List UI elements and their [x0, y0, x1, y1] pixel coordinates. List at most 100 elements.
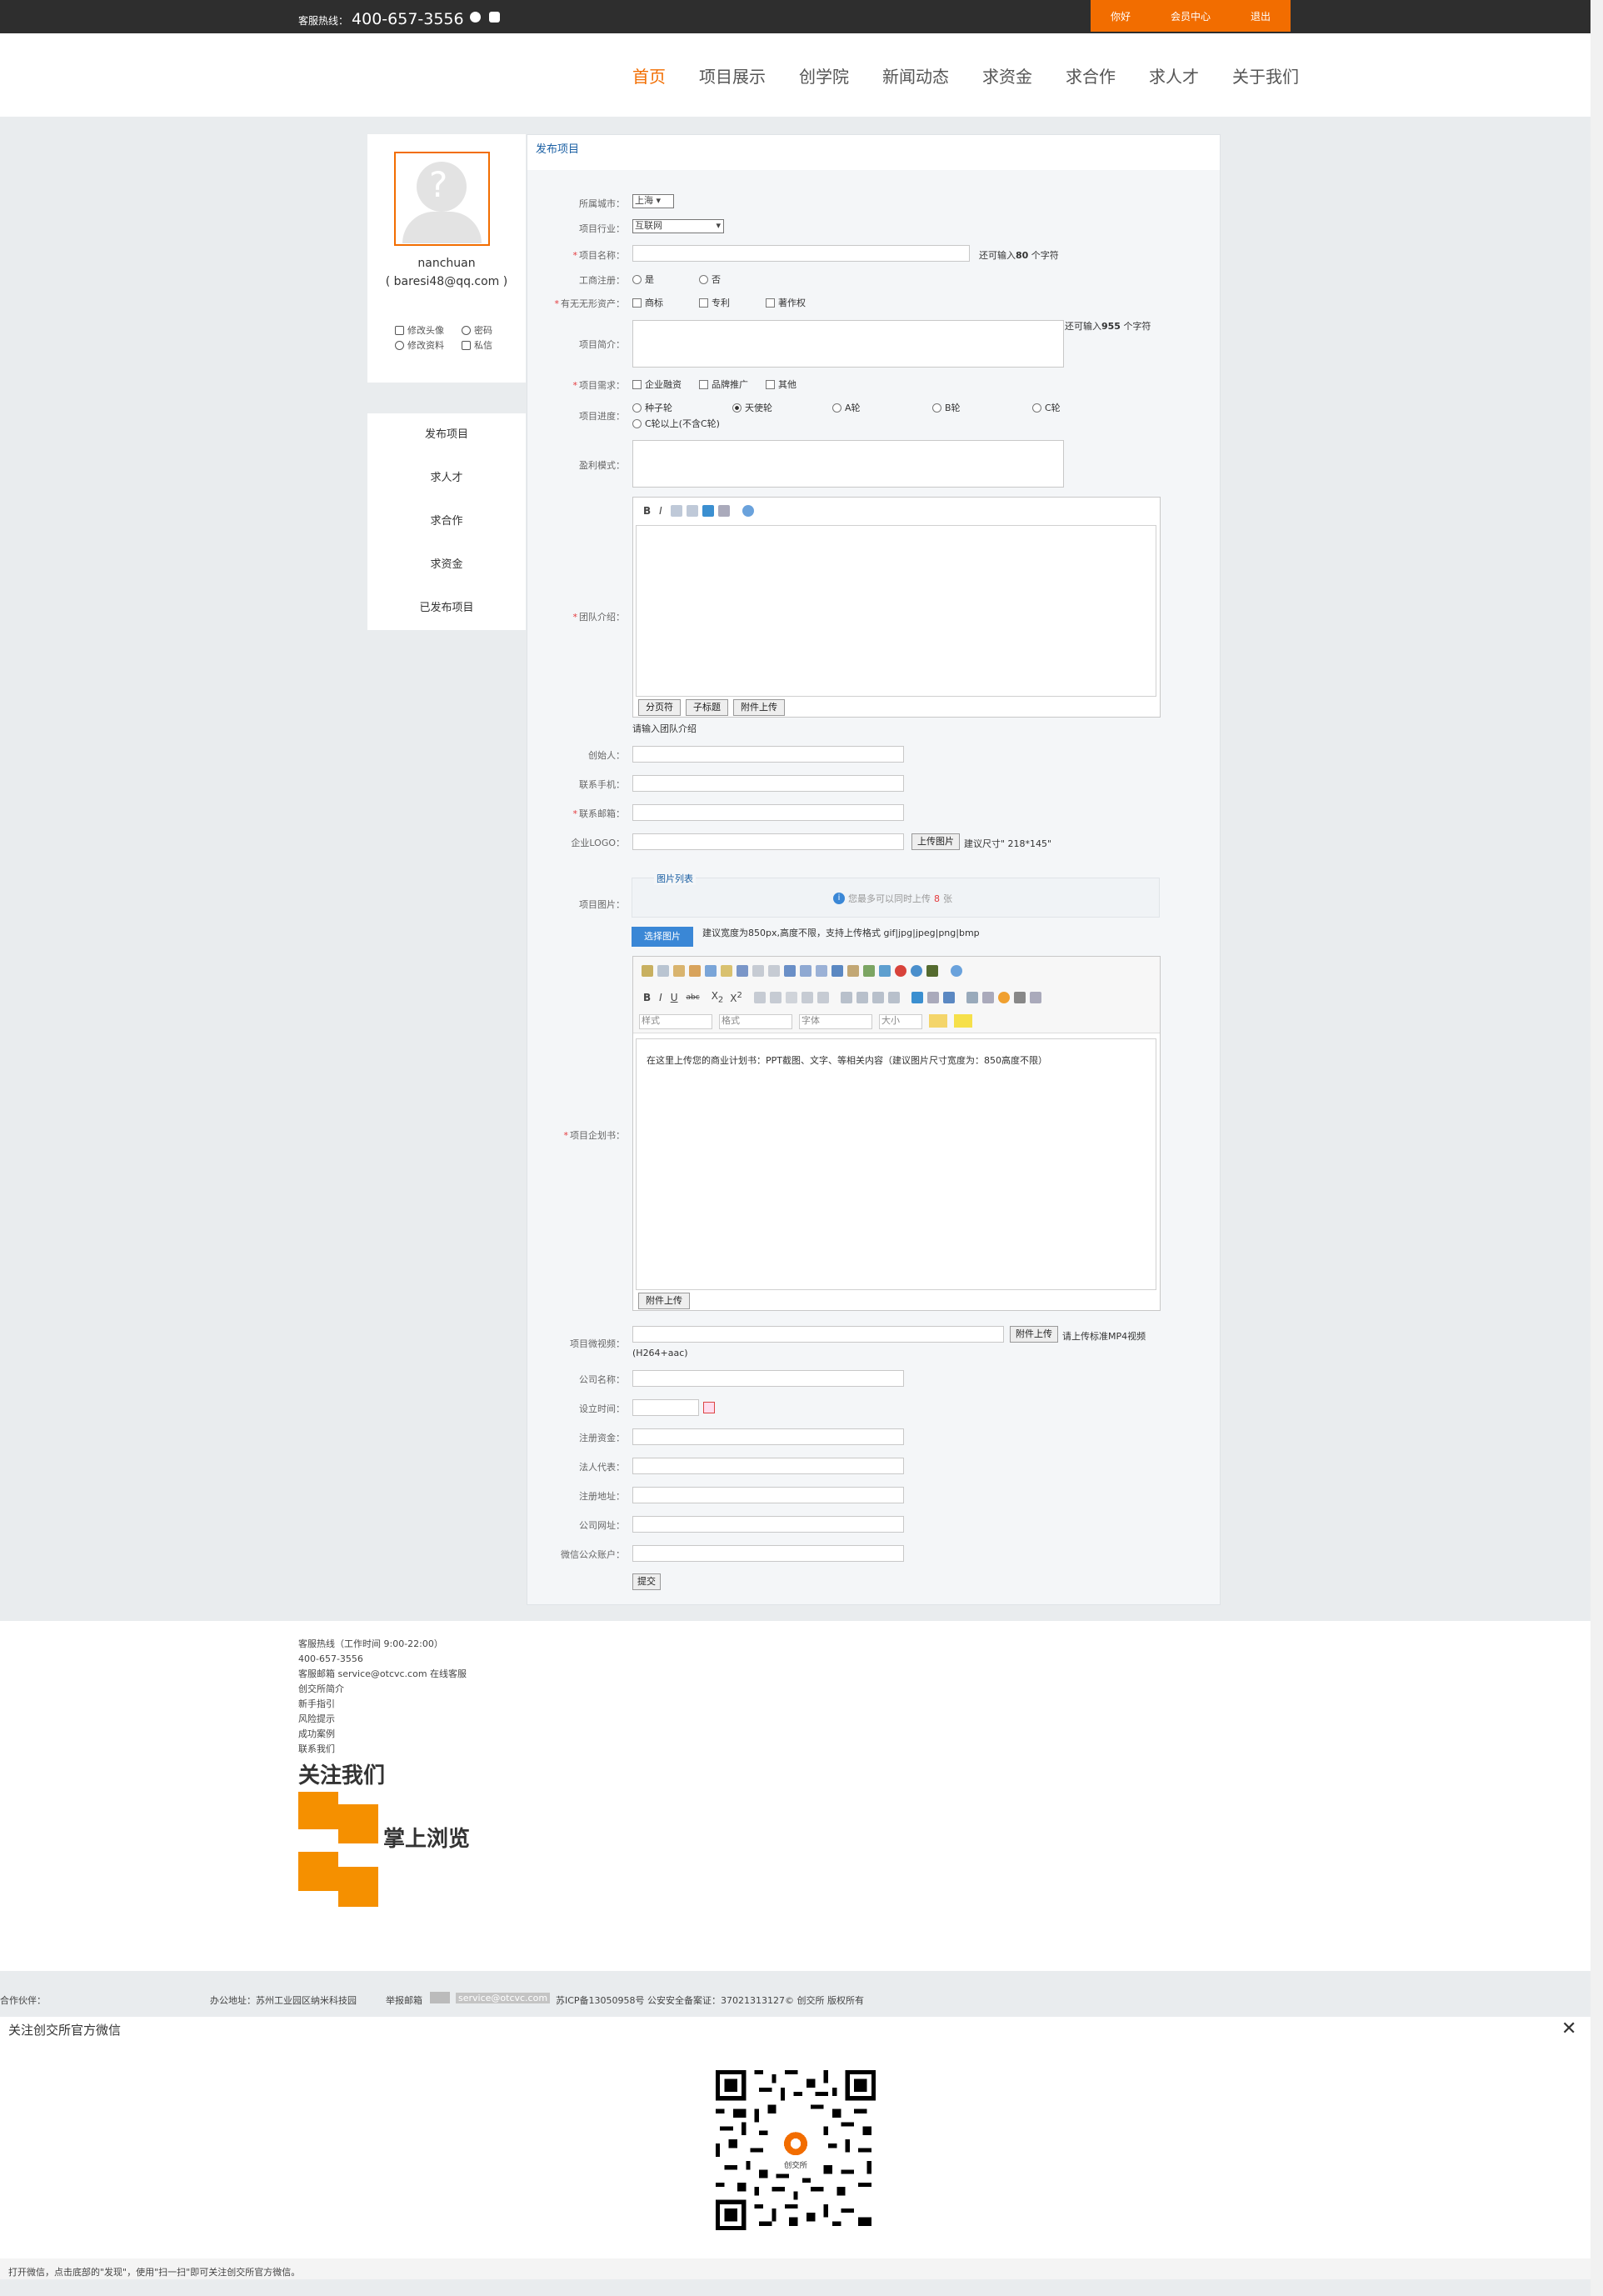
plan-strike-button[interactable]: abc — [687, 993, 700, 1002]
plan-attach-button[interactable]: 附件上传 — [638, 1293, 690, 1309]
address-input[interactable] — [632, 1487, 904, 1503]
email-input[interactable] — [632, 804, 904, 821]
text-color-icon[interactable] — [929, 1014, 947, 1028]
stage-c-plus-radio[interactable]: C轮以上(不含C轮) — [632, 417, 720, 430]
phone-input[interactable] — [632, 775, 904, 792]
website-input[interactable] — [632, 1516, 904, 1533]
team-attach-button[interactable]: 附件上传 — [733, 699, 785, 716]
nav-news[interactable]: 新闻动态 — [882, 63, 949, 88]
plan-underline-button[interactable]: U — [671, 992, 678, 1003]
video-input[interactable] — [632, 1326, 1004, 1343]
footer-link-guide[interactable]: 新手指引 — [298, 1697, 467, 1712]
logout-link[interactable]: 退出 — [1251, 9, 1271, 23]
wechat-input[interactable] — [632, 1545, 904, 1562]
greeting-link[interactable]: 你好 — [1111, 9, 1131, 23]
nav-talent[interactable]: 求人才 — [1149, 63, 1199, 88]
profit-textarea[interactable] — [632, 440, 1064, 488]
img-list-title: 图片列表 — [654, 872, 696, 885]
reg-no-radio[interactable]: 否 — [699, 273, 721, 286]
edit-profile-link[interactable]: 修改资料 — [395, 338, 444, 352]
plan-bold-button[interactable]: B — [643, 992, 651, 1003]
side-menu-funding[interactable]: 求资金 — [367, 543, 526, 587]
ordered-list-icon[interactable] — [670, 505, 682, 517]
link-icon[interactable] — [717, 505, 730, 517]
capital-input[interactable] — [632, 1428, 904, 1445]
video-hint: 请上传标准MP4视频 — [1062, 1331, 1146, 1342]
need-other-checkbox[interactable]: 其他 — [766, 378, 797, 391]
globe-icon[interactable] — [742, 505, 754, 517]
need-financing-checkbox[interactable]: 企业融资 — [632, 378, 682, 391]
format-select[interactable]: 格式 — [719, 1014, 792, 1029]
logo-input[interactable] — [632, 833, 904, 850]
plan-italic-button[interactable]: I — [659, 992, 662, 1003]
nav-academy[interactable]: 创学院 — [799, 63, 849, 88]
logo-upload-button[interactable]: 上传图片 — [911, 833, 960, 850]
image-icon[interactable] — [702, 505, 714, 517]
superscript-button[interactable]: X2 — [730, 991, 742, 1004]
company-input[interactable] — [632, 1370, 904, 1387]
bg-color-icon[interactable] — [954, 1014, 972, 1028]
side-menu-publish[interactable]: 发布项目 — [367, 413, 526, 457]
nav-home[interactable]: 首页 — [632, 63, 666, 88]
mobile-qr-icon — [298, 1852, 338, 1891]
footer-link-about[interactable]: 创交所简介 — [298, 1682, 467, 1697]
select-image-button[interactable]: 选择图片 — [632, 927, 693, 947]
side-menu-talent[interactable]: 求人才 — [367, 457, 526, 500]
submit-button[interactable]: 提交 — [632, 1573, 661, 1590]
footer-link-cases[interactable]: 成功案例 — [298, 1727, 467, 1742]
subtitle-button[interactable]: 子标题 — [686, 699, 728, 716]
style-select[interactable]: 样式 — [639, 1014, 712, 1029]
calendar-icon[interactable] — [703, 1402, 715, 1413]
close-icon[interactable]: ✕ — [1561, 2018, 1576, 2039]
nav-funding[interactable]: 求资金 — [982, 63, 1032, 88]
footer-link-contact[interactable]: 联系我们 — [298, 1742, 467, 1757]
stage-seed-radio[interactable]: 种子轮 — [632, 401, 672, 414]
plan-editor-area[interactable] — [636, 1038, 1156, 1290]
date-input[interactable] — [632, 1399, 699, 1416]
stage-b-radio[interactable]: B轮 — [932, 401, 961, 414]
legal-input[interactable] — [632, 1458, 904, 1474]
member-center-link[interactable]: 会员中心 — [1171, 9, 1211, 23]
report-email[interactable]: service@otcvc.com — [456, 1993, 551, 2003]
project-name-input[interactable] — [632, 245, 970, 262]
size-select[interactable]: 大小 — [879, 1014, 922, 1029]
wechat-icon[interactable] — [489, 12, 500, 23]
team-editor-area[interactable] — [636, 525, 1156, 697]
city-select[interactable]: 上海 ▾ — [632, 194, 674, 208]
intro-textarea[interactable] — [632, 320, 1064, 368]
password-link[interactable]: 密码 — [462, 323, 492, 337]
video-upload-button[interactable]: 附件上传 — [1010, 1326, 1058, 1343]
bold-button[interactable]: B — [643, 505, 651, 517]
nav-cooperation[interactable]: 求合作 — [1066, 63, 1116, 88]
scrollbar[interactable] — [1591, 0, 1603, 2296]
page-break-button[interactable]: 分页符 — [638, 699, 681, 716]
font-select[interactable]: 字体 — [799, 1014, 872, 1029]
edit-avatar-link[interactable]: 修改头像 — [395, 323, 444, 337]
industry-select[interactable]: 互联网 ▾ — [632, 219, 724, 233]
img-limit: i 您最多可以同时上传 8 张 — [833, 892, 952, 905]
qq-icon[interactable] — [470, 12, 481, 23]
side-menu-cooperation[interactable]: 求合作 — [367, 500, 526, 543]
nav-about[interactable]: 关于我们 — [1232, 63, 1299, 88]
founder-input[interactable] — [632, 746, 904, 763]
nav-projects[interactable]: 项目展示 — [699, 63, 766, 88]
reg-yes-radio[interactable]: 是 — [632, 273, 654, 286]
stage-angel-radio[interactable]: 天使轮 — [732, 401, 772, 414]
asset-copyright-checkbox[interactable]: 著作权 — [766, 296, 806, 309]
unordered-list-icon[interactable] — [686, 505, 698, 517]
message-link[interactable]: 私信 — [462, 338, 492, 352]
need-brand-checkbox[interactable]: 品牌推广 — [699, 378, 748, 391]
plan-globe-icon[interactable] — [951, 965, 962, 977]
stage-a-radio[interactable]: A轮 — [832, 401, 861, 414]
footer-link-risk[interactable]: 风险提示 — [298, 1712, 467, 1727]
asset-patent-checkbox[interactable]: 专利 — [699, 296, 730, 309]
subscript-button[interactable]: X2 — [712, 990, 724, 1004]
stage-c-radio[interactable]: C轮 — [1032, 401, 1061, 414]
italic-button[interactable]: I — [659, 505, 662, 517]
img-hint: 建议宽度为850px,高度不限，支持上传格式 gif|jpg|jpeg|png|… — [702, 928, 980, 938]
report-label: 举报邮箱 — [386, 1995, 422, 2006]
side-menu-published[interactable]: 已发布项目 — [367, 587, 526, 630]
avatar[interactable]: ? — [394, 152, 490, 246]
asset-trademark-checkbox[interactable]: 商标 — [632, 296, 663, 309]
footer-email[interactable]: 客服邮箱 service@otcvc.com 在线客服 — [298, 1667, 467, 1682]
